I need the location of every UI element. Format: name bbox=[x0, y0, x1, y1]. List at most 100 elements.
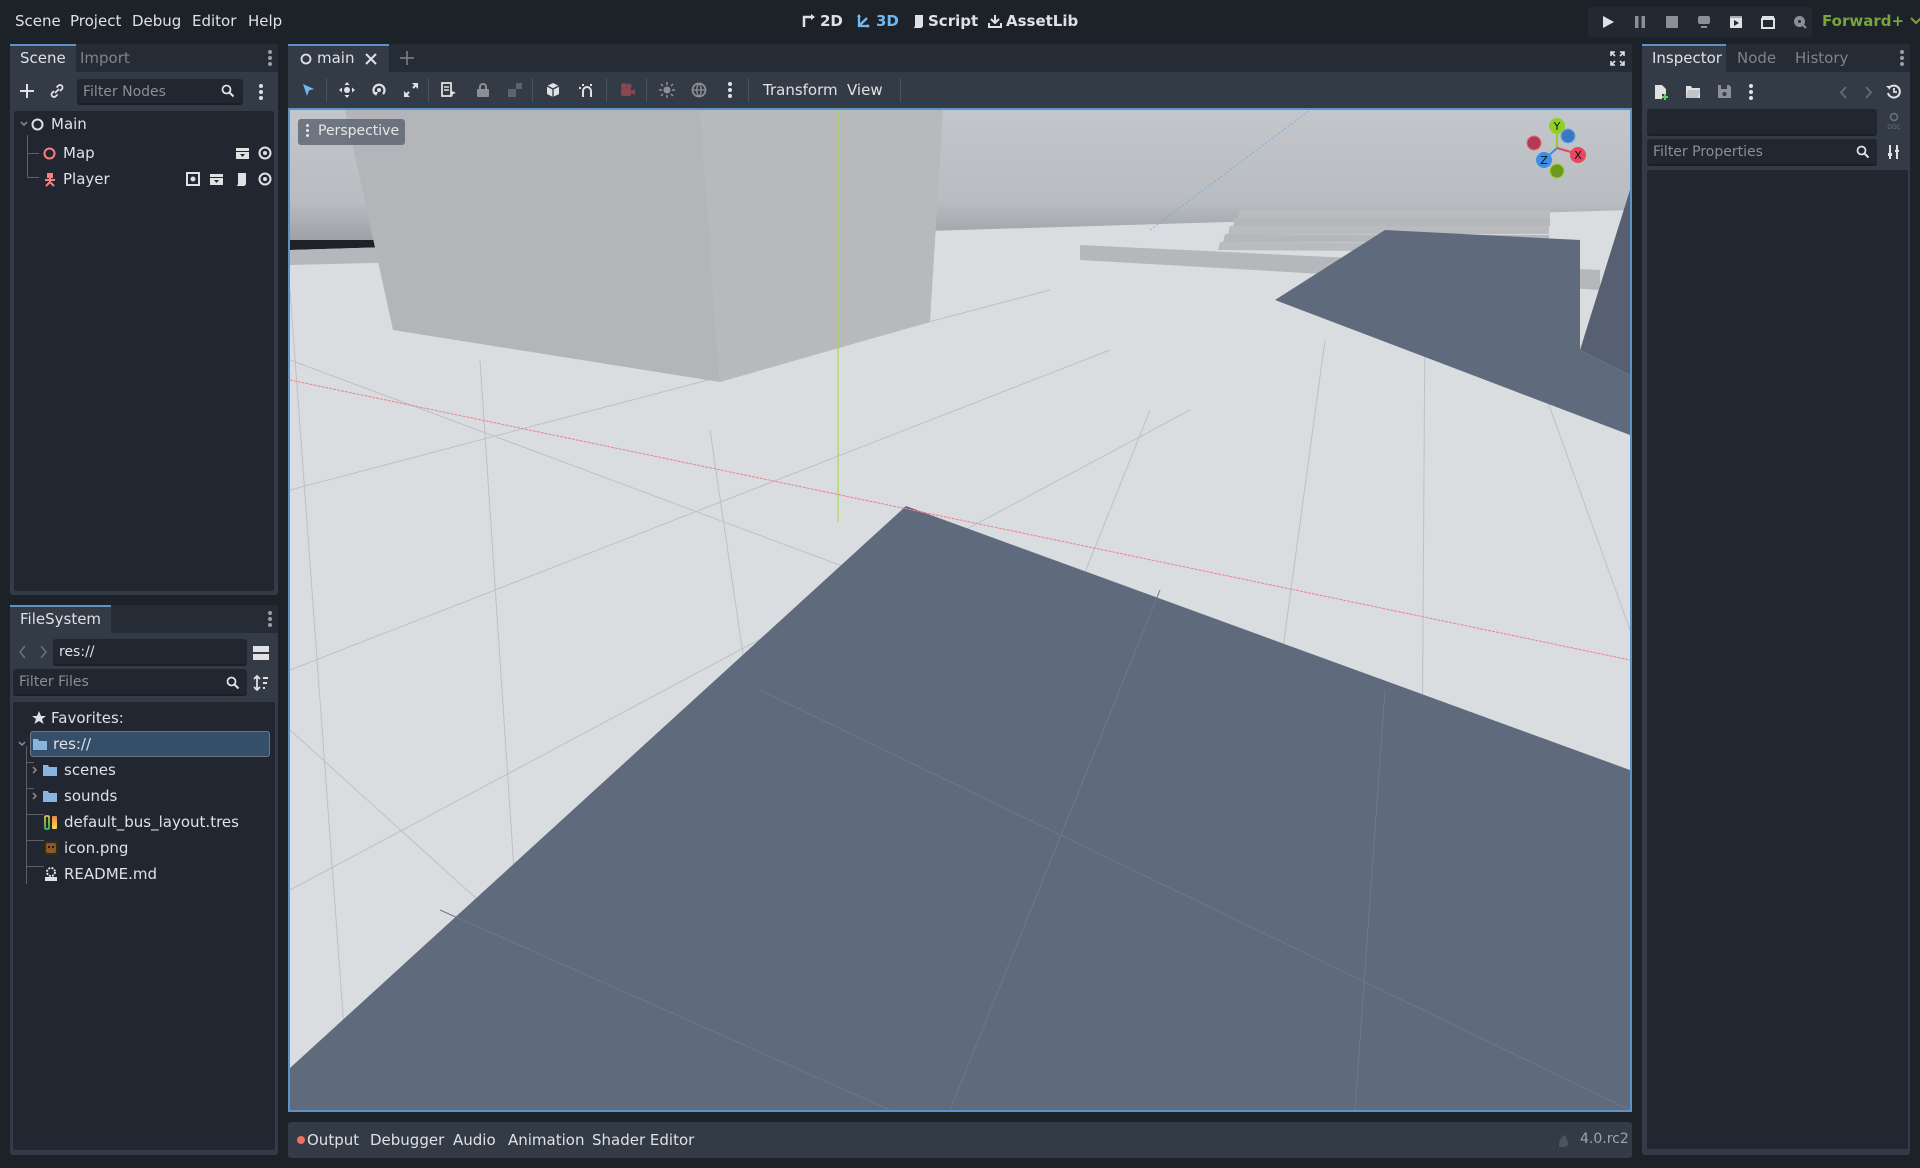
filter-nodes-input[interactable]: Filter Nodes bbox=[77, 79, 243, 105]
3d-viewport[interactable]: Y X Z Perspective bbox=[288, 108, 1632, 1112]
forward-icon[interactable] bbox=[39, 645, 47, 659]
preview-settings-icon[interactable] bbox=[728, 82, 732, 100]
tab-history[interactable]: History bbox=[1785, 44, 1858, 72]
menu-editor[interactable]: Editor bbox=[192, 12, 236, 30]
pause-icon[interactable] bbox=[1633, 15, 1647, 29]
transform-menu[interactable]: Transform bbox=[763, 81, 838, 99]
lock-icon[interactable] bbox=[475, 82, 491, 98]
chevron-down-icon[interactable] bbox=[20, 121, 28, 127]
back-icon[interactable] bbox=[19, 645, 27, 659]
gizmo-neg-y[interactable] bbox=[1549, 163, 1565, 179]
camera-preview-icon[interactable] bbox=[619, 82, 635, 98]
local-space-icon[interactable] bbox=[545, 82, 561, 98]
file-item-label: README.md bbox=[64, 865, 158, 883]
file-item-default-bus-layout[interactable]: default_bus_layout.tres bbox=[13, 809, 271, 835]
visibility-icon[interactable] bbox=[258, 172, 272, 186]
path-input[interactable]: res:// bbox=[53, 639, 247, 666]
close-icon[interactable] bbox=[365, 53, 377, 65]
tree-node-player[interactable]: Player bbox=[14, 166, 272, 192]
workspace-script-button[interactable]: Script bbox=[912, 12, 978, 30]
sort-icon[interactable] bbox=[253, 675, 269, 691]
scene-dock-menu-icon[interactable] bbox=[268, 50, 272, 68]
menu-help[interactable]: Help bbox=[248, 12, 282, 30]
doc-search-icon[interactable]: DOC bbox=[1886, 112, 1902, 130]
play-icon[interactable] bbox=[1601, 15, 1615, 29]
stop-icon[interactable] bbox=[1665, 15, 1679, 29]
chevron-right-icon[interactable] bbox=[32, 766, 38, 774]
tab-inspector[interactable]: Inspector bbox=[1642, 44, 1726, 72]
chevron-right-icon[interactable] bbox=[32, 792, 38, 800]
file-item-res[interactable]: res:// bbox=[18, 731, 270, 757]
instance-icon[interactable] bbox=[209, 173, 224, 186]
bottom-tab-audio[interactable]: Audio bbox=[453, 1131, 496, 1149]
snap-icon[interactable] bbox=[579, 82, 595, 98]
file-item-scenes[interactable]: scenes bbox=[13, 757, 271, 783]
workspace-assetlib-button[interactable]: AssetLib bbox=[988, 12, 1078, 30]
movie-maker-icon[interactable] bbox=[1793, 15, 1807, 29]
tab-scene[interactable]: Scene bbox=[10, 44, 76, 72]
inspector-dock-menu-icon[interactable] bbox=[1900, 50, 1904, 68]
3d-icon bbox=[857, 14, 870, 28]
open-resource-icon[interactable] bbox=[1685, 84, 1701, 99]
filter-files-input[interactable]: Filter Files bbox=[13, 669, 247, 696]
resource-menu-icon[interactable] bbox=[1749, 84, 1753, 102]
select-tool-icon[interactable] bbox=[300, 82, 316, 98]
environment-toggle-icon[interactable] bbox=[691, 82, 707, 98]
workspace-2d-button[interactable]: 2D bbox=[802, 12, 843, 30]
bottom-tab-animation[interactable]: Animation bbox=[508, 1131, 584, 1149]
file-item-icon-png[interactable]: icon.png bbox=[13, 835, 271, 861]
instance-icon[interactable] bbox=[235, 147, 250, 160]
distraction-free-icon[interactable] bbox=[1610, 51, 1625, 66]
gizmo-z-label: Z bbox=[1540, 154, 1548, 167]
play-scene-icon[interactable] bbox=[1729, 15, 1743, 29]
update-spinner-icon[interactable] bbox=[1556, 1133, 1570, 1147]
visibility-icon[interactable] bbox=[258, 146, 272, 160]
list-select-icon[interactable] bbox=[441, 82, 457, 98]
tree-node-main[interactable]: Main bbox=[14, 111, 270, 137]
gizmo-neg-x[interactable] bbox=[1526, 135, 1542, 151]
scale-tool-icon[interactable] bbox=[403, 82, 419, 98]
group-icon[interactable] bbox=[186, 172, 200, 186]
menu-project[interactable]: Project bbox=[70, 12, 121, 30]
tab-main[interactable]: main bbox=[288, 44, 389, 72]
instantiate-scene-icon[interactable] bbox=[49, 83, 65, 99]
recent-history-icon[interactable] bbox=[1886, 84, 1901, 99]
group-icon[interactable] bbox=[507, 82, 523, 98]
tab-filesystem[interactable]: FileSystem bbox=[10, 605, 112, 633]
menu-debug[interactable]: Debug bbox=[132, 12, 181, 30]
play-controls bbox=[1588, 7, 1812, 37]
menu-scene[interactable]: Scene bbox=[15, 12, 61, 30]
filter-properties-input[interactable]: Filter Properties bbox=[1647, 139, 1877, 166]
workspace-3d-button[interactable]: 3D bbox=[857, 12, 899, 30]
filesystem-menu-icon[interactable] bbox=[268, 611, 272, 629]
save-resource-icon[interactable] bbox=[1717, 84, 1732, 99]
perspective-menu-button[interactable]: Perspective bbox=[298, 119, 406, 145]
file-item-readme[interactable]: README.md bbox=[13, 861, 271, 887]
play-custom-scene-icon[interactable] bbox=[1761, 15, 1775, 29]
split-view-icon[interactable] bbox=[253, 645, 269, 661]
bottom-tab-shader-editor[interactable]: Shader Editor bbox=[592, 1131, 694, 1149]
script-icon[interactable] bbox=[235, 172, 247, 187]
rotate-tool-icon[interactable] bbox=[371, 82, 387, 98]
move-tool-icon[interactable] bbox=[339, 82, 355, 98]
bottom-tab-output[interactable]: Output bbox=[307, 1131, 359, 1149]
view-menu[interactable]: View bbox=[847, 81, 883, 99]
chevron-down-icon bbox=[1910, 17, 1920, 25]
tab-node[interactable]: Node bbox=[1727, 44, 1786, 72]
star-icon bbox=[32, 711, 46, 724]
bottom-tab-debugger[interactable]: Debugger bbox=[370, 1131, 444, 1149]
add-node-icon[interactable] bbox=[19, 83, 35, 99]
history-back-icon[interactable] bbox=[1840, 86, 1848, 99]
tree-node-map[interactable]: Map bbox=[14, 140, 272, 166]
file-item-sounds[interactable]: sounds bbox=[13, 783, 271, 809]
renderer-select[interactable]: Forward+ bbox=[1822, 12, 1920, 30]
history-forward-icon[interactable] bbox=[1864, 86, 1872, 99]
new-resource-icon[interactable] bbox=[1654, 84, 1669, 100]
property-settings-icon[interactable] bbox=[1887, 144, 1901, 160]
sun-toggle-icon[interactable] bbox=[659, 82, 675, 98]
scene-tree-menu-icon[interactable] bbox=[259, 84, 263, 102]
tab-import[interactable]: Import bbox=[70, 44, 140, 72]
remote-debug-icon[interactable] bbox=[1697, 15, 1711, 29]
add-tab-icon[interactable] bbox=[400, 51, 414, 65]
chevron-down-icon[interactable] bbox=[18, 741, 26, 747]
